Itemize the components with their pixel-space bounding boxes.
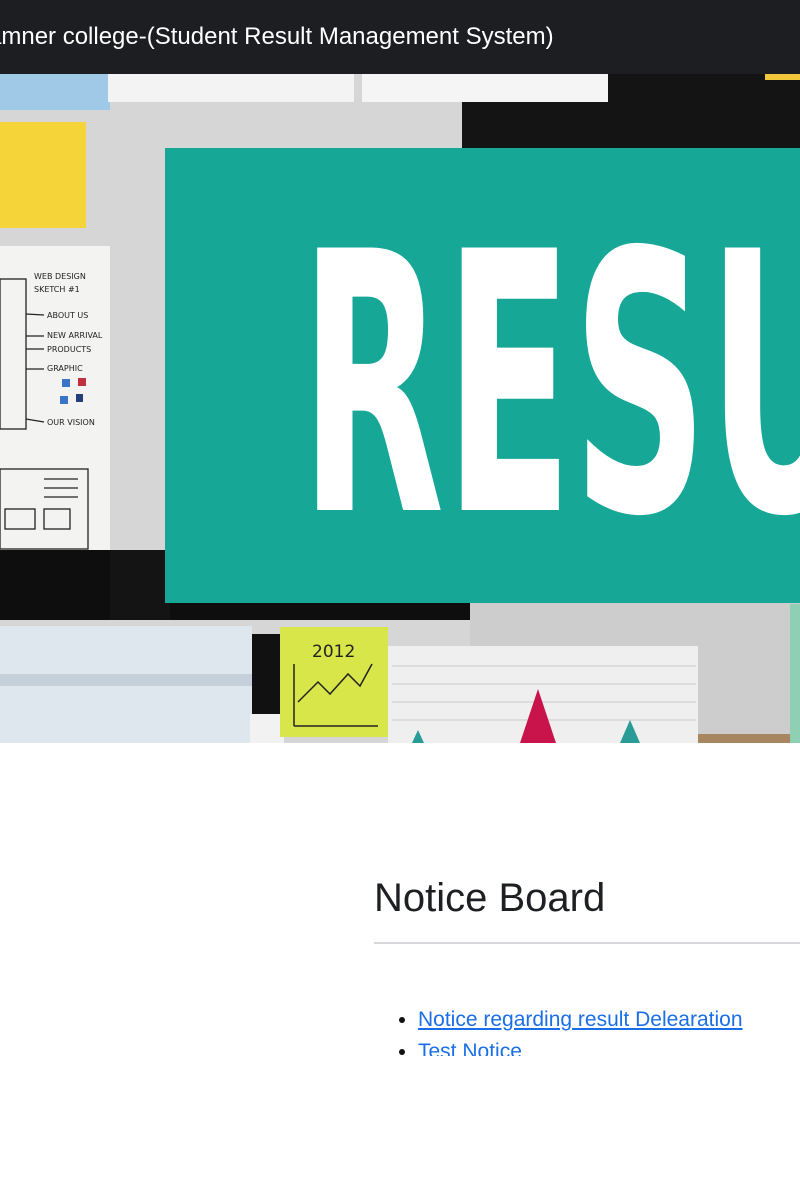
notice-list-item: Notice regarding result Delearation	[418, 1004, 800, 1036]
sticky-note-yellow	[0, 122, 86, 228]
sketch-note-1: ABOUT US	[47, 311, 88, 320]
hero-banner-image: WEB DESIGN SKETCH #1 ABOUT US NEW ARRIVA…	[0, 74, 800, 743]
notice-list-item: Test Notice	[418, 1036, 800, 1056]
notice-list: Notice regarding result Delearation Test…	[374, 1004, 800, 1056]
notice-list-container: Notice regarding result Delearation Test…	[374, 1004, 800, 1056]
sketch-note-2: NEW ARRIVAL	[47, 331, 103, 340]
sticky-year: 2012	[312, 642, 355, 662]
notice-link-test-notice[interactable]: Test Notice	[418, 1040, 522, 1056]
notice-link-result-declaration[interactable]: Notice regarding result Delearation	[418, 1008, 743, 1031]
notice-divider	[374, 942, 800, 944]
result-banner-text: RESU	[300, 176, 800, 595]
sketch-subtitle: SKETCH #1	[34, 285, 80, 294]
sketch-note-5: OUR VISION	[47, 418, 95, 427]
top-navbar: amner college-(Student Result Management…	[0, 0, 800, 74]
notice-board-section: Notice Board Notice regarding result Del…	[374, 862, 800, 1056]
sketch-note-4: GRAPHIC	[47, 364, 83, 373]
sketch-title: WEB DESIGN	[34, 272, 86, 281]
sketch-note-3: PRODUCTS	[47, 345, 91, 354]
notice-board-title: Notice Board	[374, 876, 606, 920]
brand-title-link[interactable]: amner college-(Student Result Management…	[0, 19, 554, 55]
